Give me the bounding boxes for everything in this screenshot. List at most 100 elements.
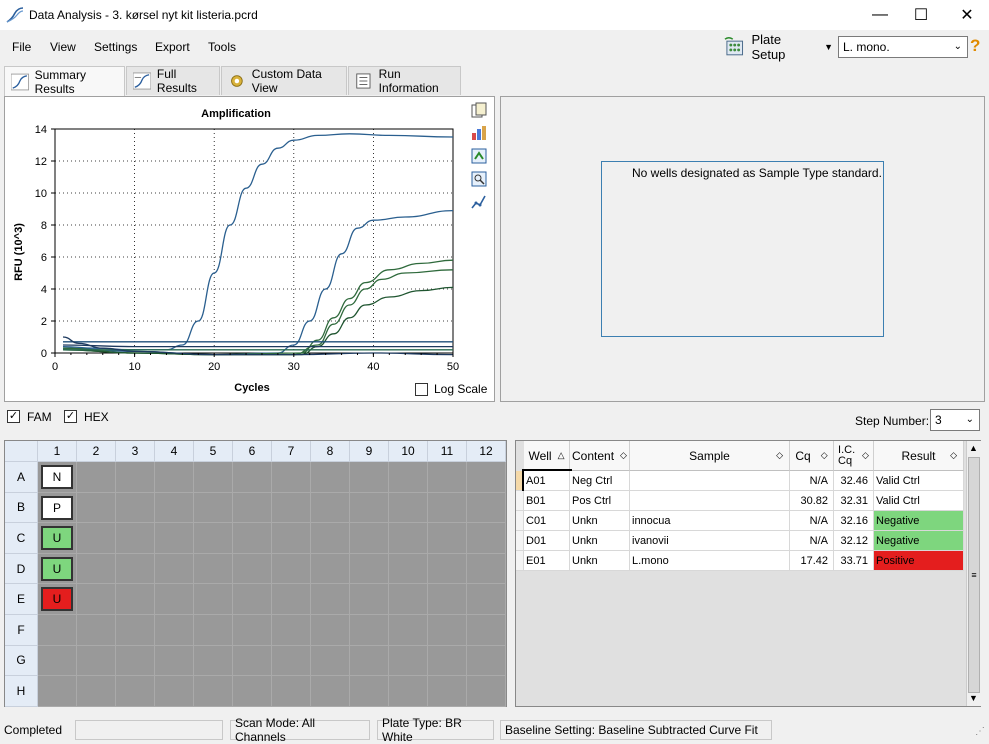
cell-ic[interactable]: 32.31	[834, 491, 874, 511]
plate-cell[interactable]	[311, 645, 350, 677]
scroll-up-icon[interactable]: ▲	[969, 443, 978, 453]
plate-cell[interactable]	[194, 462, 233, 493]
plate-cell[interactable]	[116, 645, 155, 677]
plate-cell[interactable]	[116, 615, 155, 646]
plate-column-header[interactable]: 2	[77, 441, 116, 462]
plate-row-header[interactable]: F	[5, 615, 38, 646]
row-selector[interactable]	[516, 491, 524, 511]
well-A1[interactable]: N	[41, 465, 73, 489]
plate-cell[interactable]	[272, 492, 311, 524]
cell-result[interactable]: Positive	[874, 551, 964, 571]
plate-cell[interactable]	[272, 584, 311, 615]
plate-cell[interactable]	[467, 462, 506, 493]
scroll-down-icon[interactable]: ▼	[969, 693, 978, 703]
plate-cell[interactable]	[311, 584, 350, 615]
plate-cell[interactable]	[233, 615, 272, 646]
plate-row-header[interactable]: D	[5, 553, 38, 585]
plate-cell[interactable]	[116, 553, 155, 585]
plate-cell[interactable]	[350, 492, 389, 524]
menu-settings[interactable]: Settings	[94, 40, 137, 54]
plate-cell[interactable]	[428, 645, 467, 677]
cell-result[interactable]: Negative	[874, 531, 964, 551]
plate-cell[interactable]	[155, 676, 194, 707]
plate-cell[interactable]	[194, 615, 233, 646]
cell-ic[interactable]: 32.46	[834, 471, 874, 491]
curve-settings-icon[interactable]	[471, 194, 487, 210]
menu-file[interactable]: File	[12, 40, 31, 54]
log-scale-checkbox[interactable]	[415, 382, 428, 396]
column-header-ic-cq[interactable]: I.C. Cq ◇	[834, 441, 874, 471]
plate-cell[interactable]	[194, 523, 233, 554]
cell-result[interactable]: Valid Ctrl	[874, 471, 964, 491]
plate-column-header[interactable]: 4	[155, 441, 194, 462]
plate-cell[interactable]	[272, 676, 311, 707]
cell-content[interactable]: Unkn	[570, 511, 630, 531]
plate-cell[interactable]	[77, 676, 116, 707]
resize-grip-icon[interactable]: ⋰	[975, 726, 985, 737]
cell-sample[interactable]: ivanovii	[630, 531, 790, 551]
plate-cell[interactable]	[233, 584, 272, 615]
plate-cell[interactable]	[350, 676, 389, 707]
plate-column-header[interactable]: 12	[467, 441, 506, 462]
cell-sample[interactable]: L.mono	[630, 551, 790, 571]
plate-cell[interactable]	[77, 492, 116, 524]
plate-cell[interactable]	[350, 584, 389, 615]
column-header-well[interactable]: Well △	[524, 441, 570, 471]
plate-cell[interactable]	[311, 676, 350, 707]
row-selector[interactable]	[516, 511, 524, 531]
plate-cell[interactable]	[116, 462, 155, 493]
plate-column-header[interactable]: 1	[38, 441, 77, 462]
plate-cell[interactable]	[428, 523, 467, 554]
plate-cell[interactable]	[389, 615, 428, 646]
cell-ic[interactable]: 33.71	[834, 551, 874, 571]
export-chart-icon[interactable]	[471, 148, 487, 164]
cell-sample[interactable]: innocua	[630, 511, 790, 531]
plate-row-header[interactable]: E	[5, 584, 38, 615]
target-select[interactable]: L. mono. ⌄	[838, 36, 968, 58]
plate-cell[interactable]	[350, 523, 389, 554]
plate-cell[interactable]	[350, 462, 389, 493]
copy-icon[interactable]	[471, 102, 487, 118]
log-scale-toggle[interactable]: Log Scale	[415, 382, 487, 396]
plate-cell[interactable]	[428, 676, 467, 707]
plate-cell[interactable]	[428, 492, 467, 524]
chart-properties-icon[interactable]	[471, 125, 487, 141]
plate-setup-button[interactable]: Plate Setup ▼	[723, 32, 833, 62]
plate-cell[interactable]	[77, 615, 116, 646]
cell-well[interactable]: E01	[524, 551, 570, 571]
plate-column-header[interactable]: 9	[350, 441, 389, 462]
plate-cell[interactable]	[311, 553, 350, 585]
plate-cell[interactable]	[467, 645, 506, 677]
plate-cell[interactable]	[77, 462, 116, 493]
plate-row-header[interactable]: A	[5, 462, 38, 493]
well-D1[interactable]: U	[41, 556, 73, 581]
row-selector[interactable]	[516, 531, 524, 551]
plate-column-header[interactable]: 8	[311, 441, 350, 462]
cell-well[interactable]: A01	[522, 469, 572, 493]
plate-cell[interactable]	[194, 645, 233, 677]
scroll-thumb[interactable]: ≡	[968, 457, 980, 693]
cell-result[interactable]: Negative	[874, 511, 964, 531]
plate-cell[interactable]	[389, 492, 428, 524]
plate-cell[interactable]	[194, 584, 233, 615]
cell-well[interactable]: B01	[524, 491, 570, 511]
plate-cell[interactable]	[272, 615, 311, 646]
column-header-content[interactable]: Content ◇	[570, 441, 630, 471]
cell-sample[interactable]	[630, 471, 790, 491]
plate-cell[interactable]	[467, 676, 506, 707]
plate-cell[interactable]	[428, 553, 467, 585]
plate-cell[interactable]	[194, 492, 233, 524]
plate-cell[interactable]	[116, 523, 155, 554]
plate-cell[interactable]	[233, 676, 272, 707]
cell-cq[interactable]: N/A	[790, 531, 834, 551]
cell-cq[interactable]: N/A	[790, 511, 834, 531]
plate-cell[interactable]	[38, 615, 77, 646]
cell-content[interactable]: Unkn	[570, 551, 630, 571]
cell-content[interactable]: Neg Ctrl	[570, 471, 630, 491]
plate-cell[interactable]	[233, 553, 272, 585]
plate-cell[interactable]	[38, 676, 77, 707]
plate-cell[interactable]	[311, 615, 350, 646]
cell-well[interactable]: C01	[524, 511, 570, 531]
plate-cell[interactable]	[233, 645, 272, 677]
step-number-select[interactable]: 3 ⌄	[930, 409, 980, 431]
